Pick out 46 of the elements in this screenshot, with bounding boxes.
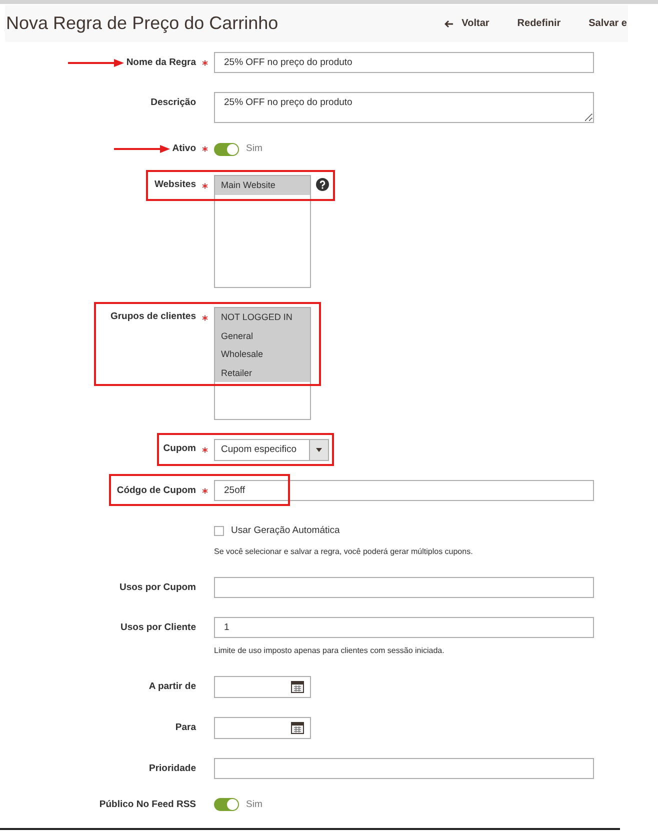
list-option[interactable]: Retailer [215,364,310,382]
list-option[interactable]: Main Website [215,176,310,195]
toggle-label: Sim [246,798,262,812]
date-field[interactable] [214,716,311,738]
field-label: Grupos de clientes [110,310,196,324]
text-field[interactable] [214,758,594,778]
calendar-icon[interactable] [291,721,304,734]
field-label: Usos por Cupom [119,580,196,594]
field-label: Códgo de Cupom [116,484,196,498]
field-label: Público No Feed RSS [99,798,196,810]
list-option[interactable]: Wholesale [215,345,310,364]
list-option[interactable]: General [215,326,310,346]
checkbox[interactable] [214,526,224,536]
caret-icon [316,448,322,452]
checkbox-label: Usar Geração Automática [231,524,340,538]
toggle-switch[interactable] [214,142,239,156]
description-field[interactable]: 25% OFF no preço do produto [214,92,594,123]
field-label: Para [175,720,196,734]
text-field[interactable]: 25% OFF no preço do produto [214,52,594,73]
field-note: Limite de uso imposto apenas para clientes com sessão iniciada. [214,644,446,656]
field-note: Se você selecionar e salvar a regra, você poderá gerar múltiplos cupons. [214,546,473,558]
multiselect-list[interactable]: Main Website [214,175,311,288]
calendar-icon[interactable] [291,680,304,693]
field-label: Descrição [150,96,196,110]
back-button[interactable]: Voltar [444,16,490,31]
date-field[interactable] [214,676,311,698]
field-label: Websites [154,178,196,192]
field-label: Prioridade [149,762,196,776]
arrow-left-icon [444,20,454,28]
text-field[interactable] [214,576,594,598]
toggle-label: Sim [246,142,262,156]
help-icon[interactable] [316,178,329,192]
toggle-switch[interactable] [214,798,239,812]
text-field[interactable]: 25off [214,480,594,502]
field-label: Cupom [163,442,196,456]
header-button[interactable]: Salvar e [588,16,627,31]
field-label: Nome da Regra [126,56,196,70]
multiselect-list[interactable]: NOT LOGGED IN General Wholesale Retailer [214,307,311,420]
list-option[interactable]: NOT LOGGED IN [215,308,310,327]
field-label: A partir de [148,680,196,694]
text-field[interactable]: 1 [214,616,594,638]
coupon-dropdown[interactable]: Cupom especifico [214,439,329,462]
field-label: Ativo [172,142,196,155]
header-button[interactable]: Redefinir [517,16,561,31]
field-label: Usos por Cliente [120,620,196,634]
page-title: Nova Regra de Preço do Carrinho [5,12,278,35]
